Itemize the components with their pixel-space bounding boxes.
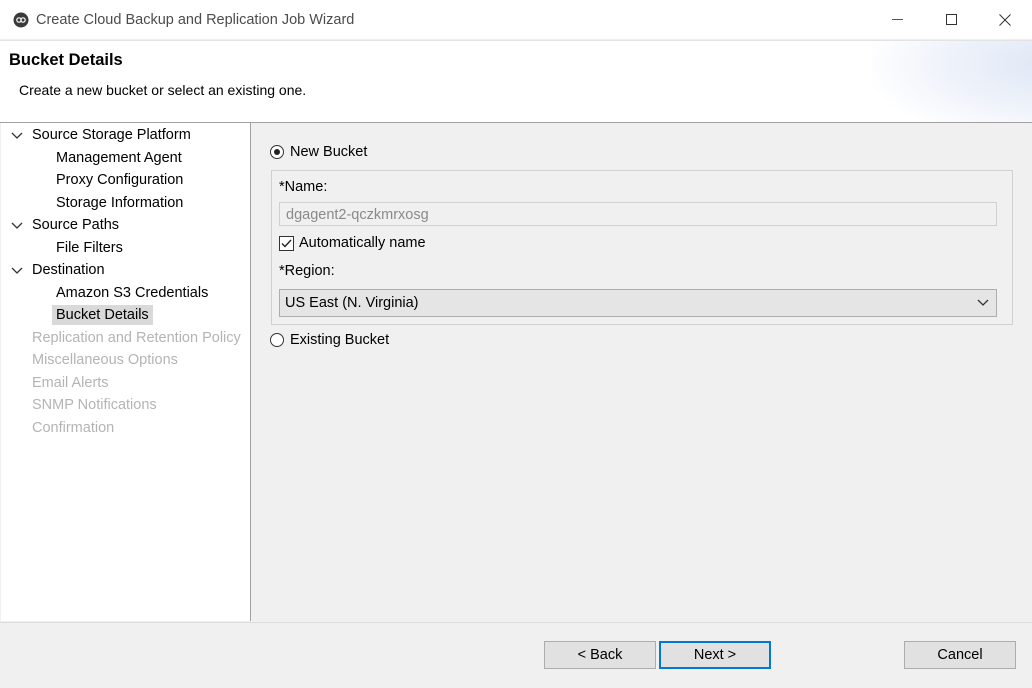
auto-name-checkbox-row[interactable]: Automatically name <box>279 235 426 251</box>
page-subtitle: Create a new bucket or select an existin… <box>19 82 307 98</box>
nav-item-bucket-details[interactable]: Bucket Details <box>52 305 153 325</box>
name-label: *Name: <box>279 179 328 195</box>
region-select-value: US East (N. Virginia) <box>285 295 419 311</box>
nav-item-file-filters[interactable]: File Filters <box>56 238 123 258</box>
region-select[interactable]: US East (N. Virginia) <box>279 289 997 317</box>
nav-item-email-alerts: Email Alerts <box>32 375 109 391</box>
title-bar: Create Cloud Backup and Replication Job … <box>0 0 1032 39</box>
close-button[interactable] <box>978 0 1032 39</box>
chevron-down-icon[interactable] <box>11 261 23 281</box>
nav-item-confirmation: Confirmation <box>32 420 115 436</box>
chevron-down-icon <box>977 299 989 306</box>
maximize-button[interactable] <box>924 0 978 39</box>
auto-name-label: Automatically name <box>299 235 426 251</box>
new-bucket-radio[interactable] <box>270 145 284 159</box>
back-button[interactable]: < Back <box>544 641 656 669</box>
window-controls <box>870 0 1032 39</box>
bucket-details-panel: New Bucket *Name: dgagent2-qczkmrxosg Au… <box>251 123 1032 621</box>
nav-item-miscellaneous-options: Miscellaneous Options <box>32 352 178 368</box>
auto-name-checkbox[interactable] <box>279 235 294 251</box>
wizard-steps-tree: Source Storage Platform Management Agent… <box>1 123 251 621</box>
chevron-down-icon[interactable] <box>11 216 23 236</box>
new-bucket-group: *Name: dgagent2-qczkmrxosg Automatically… <box>271 170 1013 325</box>
page-title: Bucket Details <box>9 51 123 69</box>
header-decoration <box>872 41 1032 122</box>
new-bucket-label: New Bucket <box>290 144 368 160</box>
existing-bucket-radio[interactable] <box>270 333 284 347</box>
nav-item-amazon-s3-credentials[interactable]: Amazon S3 Credentials <box>56 283 208 303</box>
cancel-button[interactable]: Cancel <box>904 641 1016 669</box>
nav-item-source-paths[interactable]: Source Paths <box>32 215 119 235</box>
nav-item-proxy-configuration[interactable]: Proxy Configuration <box>56 170 183 190</box>
bucket-name-field: dgagent2-qczkmrxosg <box>279 202 997 226</box>
nav-item-management-agent[interactable]: Management Agent <box>56 148 182 168</box>
wizard-header: Bucket Details Create a new bucket or se… <box>0 40 1032 123</box>
maximize-icon <box>945 14 957 25</box>
window-title: Create Cloud Backup and Replication Job … <box>36 11 355 28</box>
minimize-button[interactable] <box>870 0 924 39</box>
wizard-footer: < Back Next > Cancel <box>0 622 1032 688</box>
app-logo-icon <box>13 12 29 27</box>
nav-item-storage-information[interactable]: Storage Information <box>56 193 183 213</box>
next-button[interactable]: Next > <box>659 641 771 669</box>
nav-item-replication-retention-policy: Replication and Retention Policy <box>32 330 241 346</box>
minimize-icon <box>891 19 903 20</box>
region-label: *Region: <box>279 263 335 279</box>
existing-bucket-radio-row[interactable]: Existing Bucket <box>270 332 389 348</box>
new-bucket-radio-row[interactable]: New Bucket <box>270 144 367 160</box>
nav-item-destination[interactable]: Destination <box>32 260 105 280</box>
chevron-down-icon[interactable] <box>11 126 23 146</box>
nav-item-source-storage-platform[interactable]: Source Storage Platform <box>32 125 191 145</box>
existing-bucket-label: Existing Bucket <box>290 332 390 348</box>
checkmark-icon <box>281 239 292 248</box>
nav-item-snmp-notifications: SNMP Notifications <box>32 397 157 413</box>
close-icon <box>999 13 1011 26</box>
